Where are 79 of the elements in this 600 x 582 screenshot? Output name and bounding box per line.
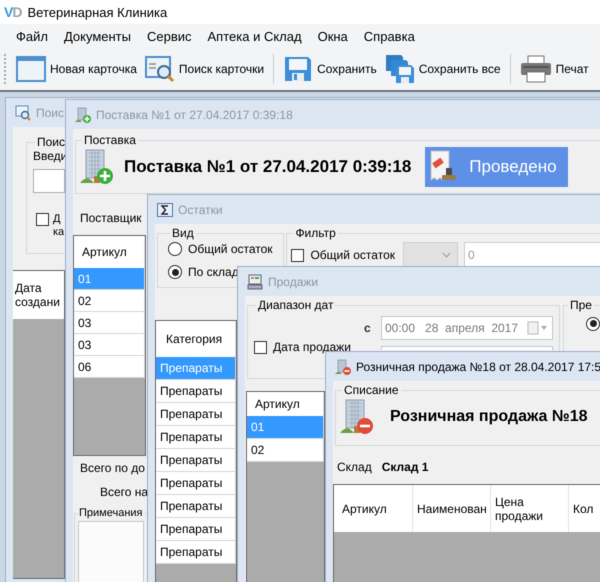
app-logo: VD	[4, 4, 22, 20]
table-cell[interactable]: 03	[74, 334, 145, 356]
table-cell[interactable]: Препараты	[156, 449, 236, 472]
app-title: Ветеринарная Клиника	[27, 4, 168, 20]
checkbox[interactable]	[291, 248, 304, 262]
calendar-icon	[527, 321, 549, 335]
column-header[interactable]: Наименован	[413, 485, 491, 532]
printer-icon	[520, 55, 552, 83]
checkbox[interactable]	[254, 340, 267, 354]
window-title: Остатки	[178, 202, 223, 216]
radio-button[interactable]	[586, 316, 600, 330]
window-title: Поис	[36, 106, 64, 120]
table-cell[interactable]: 06	[74, 356, 145, 378]
checkbox-label: Общий остаток	[310, 248, 395, 262]
group-label: Примечания	[78, 507, 144, 519]
group-label: Диапазон дат	[257, 298, 334, 312]
status-label: Проведено	[469, 157, 557, 177]
floppies-icon	[384, 54, 415, 84]
supplier-label: Поставщик	[80, 211, 142, 225]
chevron-icon	[442, 252, 451, 258]
table-cell[interactable]: Препараты	[156, 541, 236, 564]
table-cell[interactable]: Препараты	[156, 472, 236, 495]
column-header[interactable]: Цена продажи	[491, 485, 569, 532]
total-label: Всего по до	[80, 461, 145, 475]
building-plus-icon	[75, 106, 91, 122]
warehouse-label: Склад	[337, 460, 372, 474]
date-field[interactable]: 00:00 28 апреля 2017	[381, 316, 553, 340]
checkbox-label: Дата продажи	[273, 340, 351, 354]
menu-item[interactable]: Окна	[310, 28, 356, 44]
document-heading: Поставка №1 от 27.04.2017 0:39:18	[124, 157, 412, 177]
sigma-icon	[157, 202, 173, 218]
floppy-icon	[283, 55, 314, 83]
table-cell[interactable]: Препараты	[156, 426, 236, 449]
table-cell[interactable]: 02	[247, 439, 324, 462]
window-title: Поставка №1 от 27.04.2017 0:39:18	[96, 108, 293, 122]
radio-label: Общий остаток	[188, 242, 273, 256]
group-label: Поставка	[83, 133, 137, 147]
search-icon	[15, 104, 31, 120]
toolbar-button[interactable]: Поиск карточки	[140, 53, 268, 85]
menu-item[interactable]: Файл	[8, 28, 56, 44]
column-header[interactable]: Артикул	[334, 485, 413, 532]
menu-item[interactable]: Сервис	[138, 28, 200, 44]
table-cell[interactable]: 03	[74, 312, 145, 334]
table-cell[interactable]: Препараты	[156, 518, 236, 541]
menu-item[interactable]: Документы	[56, 28, 139, 44]
toolbar-button[interactable]: Печат	[516, 53, 593, 85]
date-field[interactable]	[381, 346, 553, 350]
notes-field[interactable]	[78, 521, 144, 582]
table-cell[interactable]: Препараты	[156, 495, 236, 518]
table-cell[interactable]: Препараты	[156, 380, 236, 403]
menu-item[interactable]: Справка	[356, 28, 423, 44]
checkbox-label: Д ка	[53, 213, 64, 239]
radio-button[interactable]	[168, 265, 182, 279]
building-minus-icon	[335, 358, 351, 374]
from-label: с	[364, 321, 372, 335]
toolbar-button[interactable]: Сохранить	[279, 53, 381, 85]
document-heading: Розничная продажа №18	[390, 408, 588, 426]
checkbox[interactable]	[36, 213, 49, 226]
toolbar-button[interactable]: Новая карточка	[12, 53, 141, 85]
total-label: Всего на	[100, 485, 148, 499]
window-title: Продажи	[268, 274, 318, 288]
radio-button[interactable]	[168, 242, 182, 256]
register-icon	[247, 274, 263, 290]
table-cell[interactable]: Препараты	[156, 403, 236, 426]
column-header[interactable]: Кол	[569, 485, 600, 532]
warehouse-value: Склад 1	[382, 460, 428, 474]
search-icon	[144, 55, 175, 83]
building-minus-icon	[340, 399, 374, 435]
toolbar-button[interactable]: Сохранить все	[380, 52, 505, 86]
group-label: Вид	[171, 226, 195, 240]
group-label: Поис	[36, 135, 66, 149]
group-label: Пре	[569, 298, 593, 312]
group-label: Списание	[343, 383, 400, 397]
search-field[interactable]	[33, 169, 65, 193]
window-icon	[16, 55, 46, 83]
menu-item[interactable]: Аптека и Склад	[200, 28, 310, 44]
building-plus-icon	[80, 149, 114, 185]
group-label: Фильтр	[294, 226, 337, 240]
table-cell[interactable]: 02	[74, 290, 145, 312]
